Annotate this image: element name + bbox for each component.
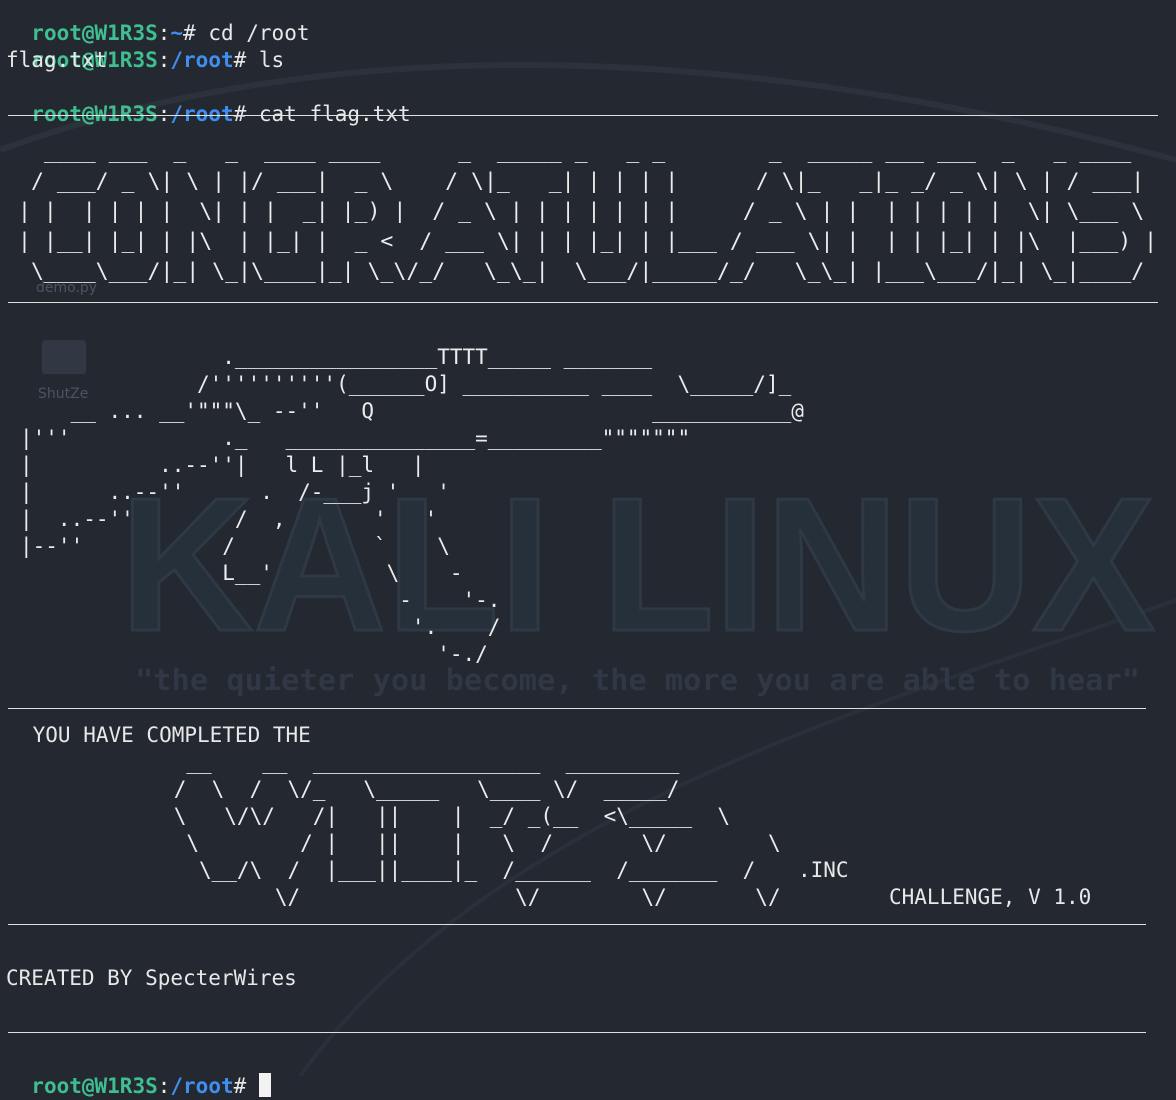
terminal-output-ls: flag.txt <box>6 48 108 72</box>
wires-ascii-logo: __ __ __________________ _________ / \ /… <box>173 750 781 882</box>
kali-tagline-watermark: "the quieter you become, the more you ar… <box>135 663 1140 697</box>
prompt-path: /root <box>170 48 234 72</box>
active-prompt[interactable]: root@W1R3S:/root# <box>6 1046 271 1098</box>
divider-after-logo <box>8 924 1146 925</box>
command-text: # <box>233 1074 259 1098</box>
prompt-separator: : <box>157 48 171 72</box>
prompt-path: /root <box>170 102 234 126</box>
wires-ascii-arrows: \/ \/ \/ \/ <box>22 885 781 909</box>
divider-after-congrats <box>8 302 1158 303</box>
terminal-line-cat: root@W1R3S:/root# cat flag.txt <box>6 74 410 126</box>
prompt-path: /root <box>170 1074 234 1098</box>
gun-ascii-art: .________________TTTT_____ _______ /''''… <box>20 345 804 666</box>
prompt-separator: : <box>157 1074 171 1098</box>
terminal-line-ls: root@W1R3S:/root# ls <box>6 20 284 72</box>
prompt-user: root@W1R3S <box>31 102 158 126</box>
challenge-version: CHALLENGE, V 1.0 <box>889 885 1092 909</box>
wires-inc-label: .INC <box>798 858 849 882</box>
prompt-separator: : <box>157 102 171 126</box>
created-by-text: CREATED BY SpecterWires <box>6 966 297 990</box>
divider-top <box>8 115 1158 116</box>
terminal-cursor[interactable] <box>258 1073 271 1097</box>
command-text: # cat flag.txt <box>233 102 411 126</box>
command-text: # ls <box>233 48 285 72</box>
completed-text: YOU HAVE COMPLETED THE <box>20 723 311 747</box>
prompt-user: root@W1R3S <box>31 1074 158 1098</box>
congratulations-ascii-art: ____ ___ _ _ ____ ____ _ _____ _ _ _ _ _… <box>18 139 1158 284</box>
terminal-line-cd: root@W1R3S:~# cd /root <box>6 0 309 45</box>
divider-after-art <box>8 708 1146 709</box>
divider-bottom <box>8 1032 1146 1033</box>
